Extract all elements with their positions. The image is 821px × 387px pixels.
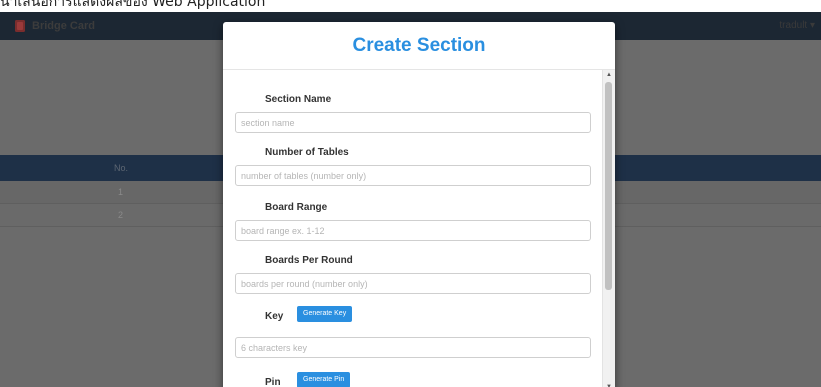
row-number: 1 (118, 187, 124, 197)
key-input[interactable] (235, 337, 591, 358)
app-background: Bridge Card tradult ▾ No. 1 2 Create Sec… (0, 12, 821, 387)
section-name-input[interactable] (235, 112, 591, 133)
caption-text: นำเสนอการแสดงผลของ Web Application (0, 0, 266, 10)
brand[interactable]: Bridge Card (14, 19, 95, 33)
key-label: Key (265, 311, 284, 322)
page-caption: นำเสนอการแสดงผลของ Web Application (0, 0, 821, 12)
board-range-input[interactable] (235, 220, 591, 241)
pin-label: Pin (265, 377, 281, 387)
brand-name: Bridge Card (32, 20, 95, 32)
column-no-header: No. (114, 163, 129, 173)
create-section-modal: Create Section Section Name Number of Ta… (223, 22, 615, 387)
scroll-up-arrow-icon[interactable]: ▲ (603, 70, 615, 80)
scroll-down-arrow-icon[interactable]: ▼ (603, 382, 615, 387)
generate-key-button[interactable]: Generate Key (297, 306, 353, 322)
modal-scrollbar[interactable]: ▲ ▼ (602, 70, 615, 387)
boards-per-round-label: Boards Per Round (265, 255, 353, 266)
number-of-tables-input[interactable] (235, 165, 591, 186)
scrollbar-thumb[interactable] (605, 82, 612, 290)
modal-body: Section Name Number of Tables Board Rang… (223, 70, 603, 387)
card-icon (15, 20, 25, 32)
modal-title: Create Section (223, 22, 615, 70)
generate-pin-button[interactable]: Generate Pin (297, 372, 351, 387)
row-number: 2 (118, 210, 124, 220)
number-of-tables-label: Number of Tables (265, 147, 349, 158)
section-name-label: Section Name (265, 94, 332, 105)
board-range-label: Board Range (265, 202, 328, 213)
user-menu[interactable]: tradult ▾ (779, 20, 815, 31)
boards-per-round-input[interactable] (235, 273, 591, 294)
